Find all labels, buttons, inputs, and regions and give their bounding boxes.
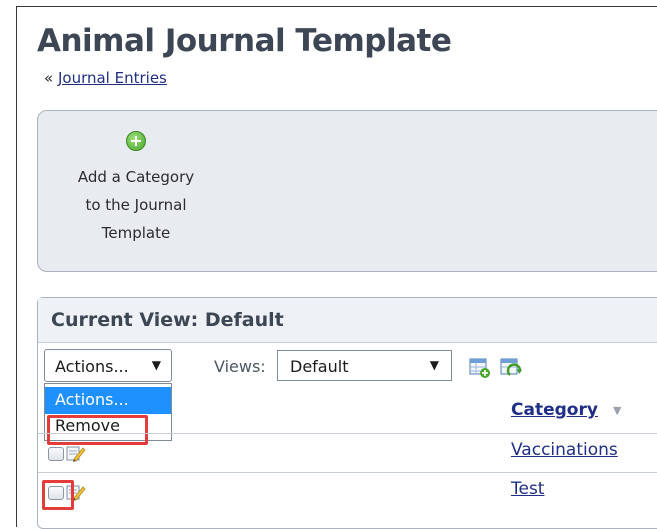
breadcrumb-prefix: « bbox=[44, 69, 54, 87]
chevron-down-icon: ▼ bbox=[429, 358, 439, 372]
plus-circle-icon bbox=[126, 131, 146, 151]
add-category-label-line2: to the Journal bbox=[85, 196, 187, 214]
grid-add-icon[interactable] bbox=[469, 357, 491, 379]
current-view-label: Current View: Default bbox=[51, 309, 284, 331]
remove-option-highlight bbox=[47, 415, 148, 445]
view-header: Current View: Default bbox=[38, 298, 657, 343]
views-select-value: Default bbox=[290, 357, 349, 376]
chevron-down-icon: ▼ bbox=[151, 358, 161, 372]
row-checkbox[interactable] bbox=[48, 447, 64, 461]
actions-option-actions[interactable]: Actions... bbox=[45, 387, 171, 414]
category-link[interactable]: Vaccinations bbox=[511, 440, 618, 460]
views-select[interactable]: Default ▼ bbox=[277, 350, 452, 381]
journal-entries-link[interactable]: Journal Entries bbox=[58, 69, 167, 87]
category-column-header[interactable]: Category bbox=[511, 400, 598, 420]
category-link[interactable]: Test bbox=[511, 479, 544, 499]
edit-pencil-icon[interactable] bbox=[66, 444, 86, 462]
sort-down-icon[interactable]: ▼ bbox=[613, 404, 621, 417]
add-category-label-line3: Template bbox=[101, 224, 171, 242]
grid-refresh-icon[interactable] bbox=[500, 357, 522, 379]
checkbox-highlight bbox=[42, 480, 74, 510]
action-panel: Add a Category to the Journal Template bbox=[37, 110, 657, 272]
add-category-button[interactable]: Add a Category to the Journal Template bbox=[65, 131, 207, 247]
actions-select-value: Actions... bbox=[55, 357, 129, 376]
page-title: Animal Journal Template bbox=[37, 23, 452, 59]
actions-select[interactable]: Actions... ▼ bbox=[44, 349, 172, 382]
table-row-divider bbox=[38, 472, 657, 473]
table-row-divider bbox=[38, 433, 657, 434]
breadcrumb: « Journal Entries bbox=[44, 69, 167, 87]
add-category-label-line1: Add a Category bbox=[77, 168, 195, 186]
views-label: Views: bbox=[214, 357, 266, 376]
